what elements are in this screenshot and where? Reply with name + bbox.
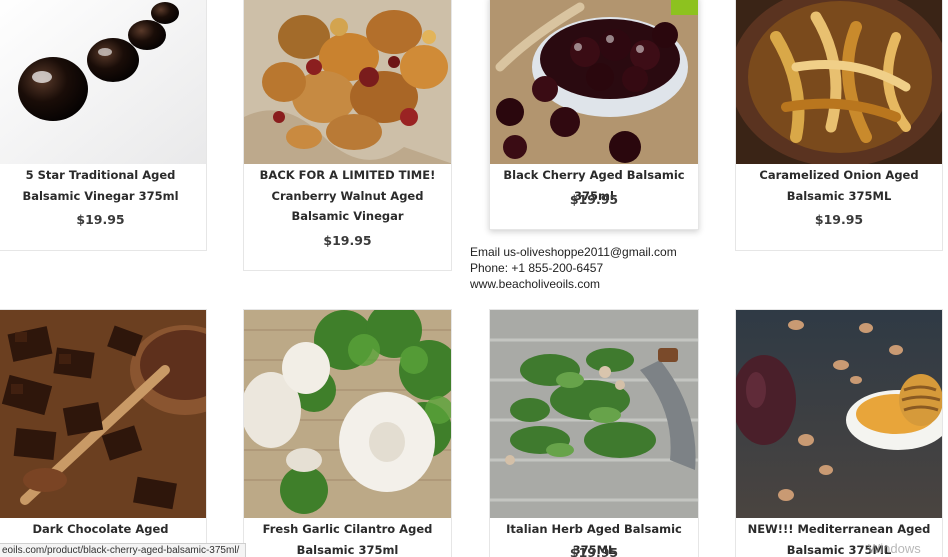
product-image[interactable] [736, 0, 942, 164]
product-image[interactable] [490, 0, 698, 164]
product-name[interactable]: 5 Star Traditional Aged Balsamic Vinegar… [0, 165, 206, 206]
product-card[interactable]: 5 Star Traditional Aged Balsamic Vinegar… [0, 0, 207, 251]
contact-email[interactable]: Email us-oliveshoppe2011@gmail.com [470, 244, 677, 260]
product-image[interactable] [244, 310, 451, 518]
product-card[interactable]: Dark Chocolate Aged Balsamic 375ml [0, 309, 207, 557]
product-image[interactable] [244, 0, 451, 164]
status-bar-url: eoils.com/product/black-cherry-aged-bals… [0, 543, 247, 557]
product-card[interactable]: BACK FOR A LIMITED TIME! Cranberry Walnu… [243, 0, 452, 271]
contact-website[interactable]: www.beacholiveoils.com [470, 276, 677, 292]
product-price: $19.95 [569, 545, 619, 557]
product-name[interactable]: Caramelized Onion Aged Balsamic 375ML [736, 165, 942, 206]
product-price: $19.95 [569, 192, 619, 207]
product-image[interactable] [490, 310, 698, 518]
product-card[interactable]: Fresh Garlic Cilantro Aged Balsamic 375m… [243, 309, 452, 557]
product-card[interactable]: Italian Herb Aged Balsamic 375ML $19.95 [489, 309, 699, 557]
product-card[interactable]: Black Cherry Aged Balsamic 375ml $19.95 [489, 0, 699, 230]
product-price: $19.95 [76, 212, 125, 227]
contact-info: Email us-oliveshoppe2011@gmail.com Phone… [470, 244, 677, 292]
product-image[interactable] [736, 310, 942, 518]
contact-phone[interactable]: Phone: +1 855-200-6457 [470, 260, 677, 276]
sale-badge [671, 0, 698, 15]
product-price: $19.95 [814, 212, 864, 227]
product-price: $19.95 [323, 233, 372, 248]
product-name[interactable]: Fresh Garlic Cilantro Aged Balsamic 375m… [244, 519, 451, 557]
product-image[interactable] [0, 310, 206, 518]
product-card[interactable]: Caramelized Onion Aged Balsamic 375ML $1… [735, 0, 943, 251]
product-image[interactable] [0, 0, 206, 164]
activation-watermark: Windows [868, 541, 921, 556]
product-card[interactable]: NEW!!! Mediterranean Aged Balsamic 375ML [735, 309, 943, 557]
product-name[interactable]: BACK FOR A LIMITED TIME! Cranberry Walnu… [244, 165, 451, 227]
